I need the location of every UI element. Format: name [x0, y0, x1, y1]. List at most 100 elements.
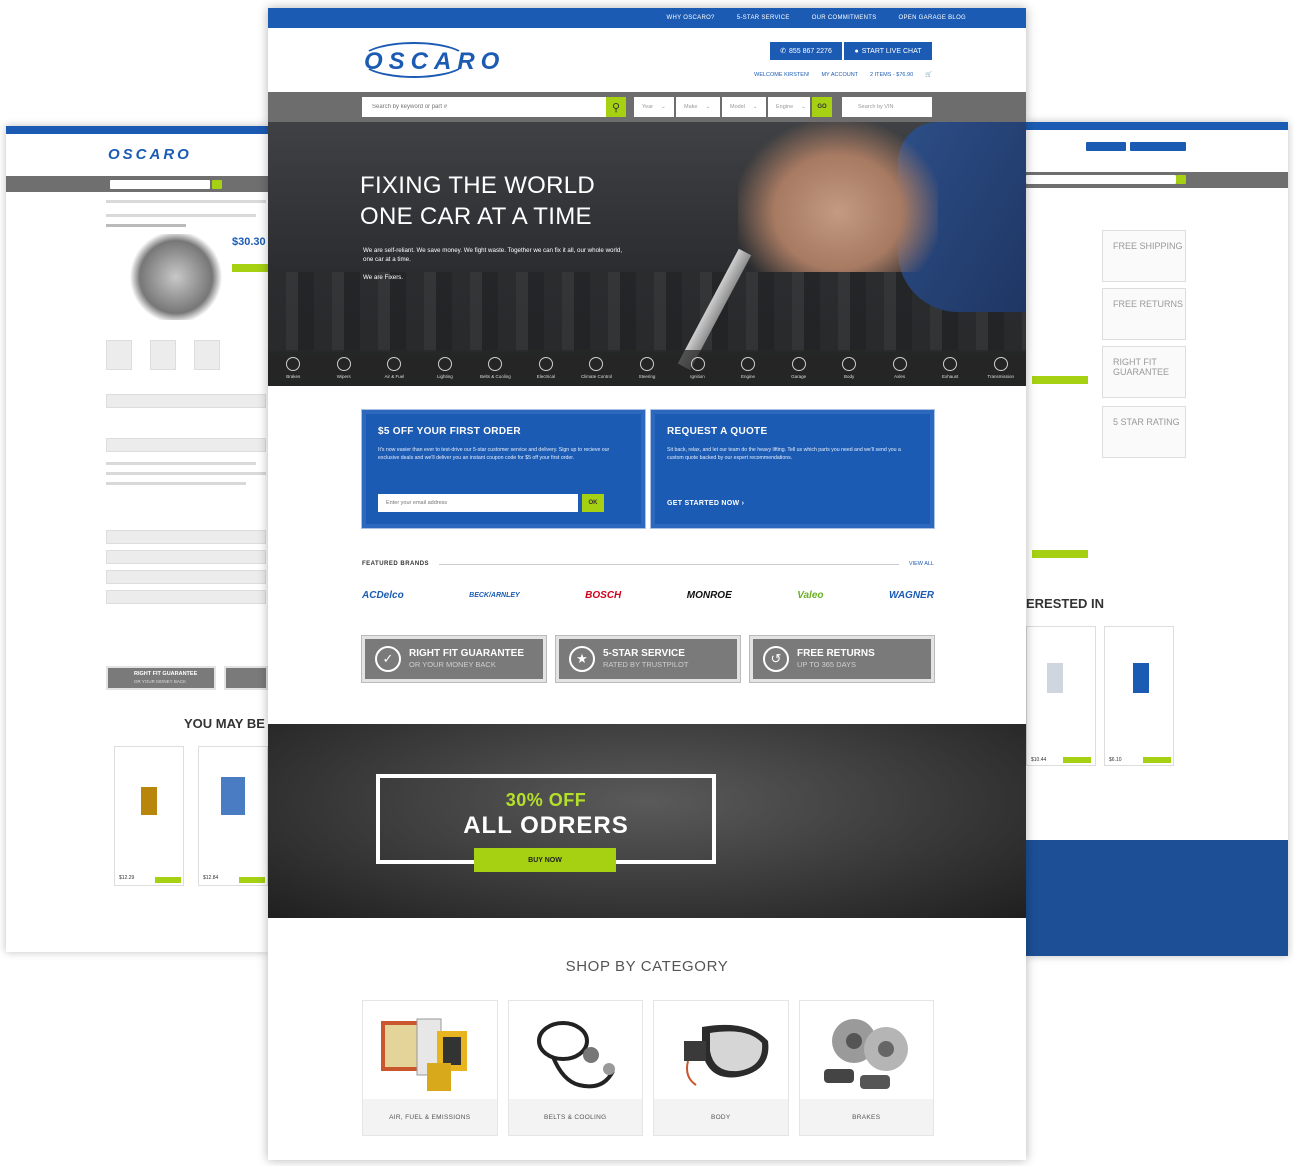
- product-card[interactable]: $10.44: [1026, 626, 1096, 766]
- accordion-about[interactable]: [106, 550, 266, 564]
- brand-beck-arnley[interactable]: BECK/ARNLEY: [469, 592, 520, 599]
- product-card[interactable]: $6.10: [1104, 626, 1174, 766]
- util-link-blog[interactable]: OPEN GARAGE BLOG: [899, 15, 966, 21]
- category-electrical[interactable]: Electrical: [521, 350, 572, 386]
- mechanic-hand-image: [738, 122, 938, 272]
- vin-search-select[interactable]: Search by VIN: [842, 97, 932, 117]
- search-button[interactable]: [1176, 175, 1186, 184]
- util-link-commitments[interactable]: OUR COMMITMENTS: [812, 15, 877, 21]
- model-select[interactable]: Model ⌄: [722, 97, 766, 117]
- proceed-checkout-button[interactable]: [1032, 550, 1088, 558]
- category-card-air-fuel[interactable]: AIR, FUEL & EMISSIONS: [362, 1000, 498, 1136]
- phone-button[interactable]: [1086, 142, 1126, 151]
- buy-now-button[interactable]: BUY NOW: [474, 848, 616, 872]
- brand-acdelco[interactable]: ACDelco: [362, 590, 404, 601]
- product-card[interactable]: $12.29: [114, 746, 184, 886]
- add-to-cart-button[interactable]: [1143, 757, 1171, 763]
- category-transmission[interactable]: Transmission: [975, 350, 1026, 386]
- category-climate[interactable]: Climate Control: [571, 350, 622, 386]
- search-input[interactable]: [1026, 175, 1176, 184]
- guarantee-row: ✓ RIGHT FIT GUARANTEE OR YOUR MONEY BACK …: [361, 635, 935, 683]
- chat-button[interactable]: [1130, 142, 1186, 151]
- accordion-references[interactable]: [106, 590, 266, 604]
- email-field[interactable]: [378, 494, 578, 512]
- search-input[interactable]: [110, 180, 210, 189]
- welcome-text: WELCOME KIRSTEN!: [754, 72, 810, 78]
- category-lighting[interactable]: Lighting: [420, 350, 471, 386]
- phone-button[interactable]: ✆ 855 867 2276: [770, 42, 842, 60]
- cart-icon[interactable]: 🛒: [925, 72, 932, 78]
- divider: [439, 563, 899, 565]
- brand-bosch[interactable]: BOSCH: [585, 590, 621, 601]
- feature-right-fit: RIGHT FIT GUARANTEE: [1102, 346, 1186, 398]
- my-account-link[interactable]: MY ACCOUNT: [821, 72, 858, 78]
- category-card-belts-cooling[interactable]: BELTS & COOLING: [507, 1000, 643, 1136]
- category-exhaust[interactable]: Exhaust: [925, 350, 976, 386]
- category-air-fuel[interactable]: Air & Fuel: [369, 350, 420, 386]
- search-button[interactable]: [212, 180, 222, 189]
- five-star-service: ★ 5-STAR SERVICE RATED BY TRUSTPILOT: [555, 635, 741, 683]
- accordion-customers[interactable]: [106, 530, 266, 544]
- product-card[interactable]: $12.84: [198, 746, 268, 886]
- brand-wagner[interactable]: WAGNER: [889, 590, 934, 601]
- search-button[interactable]: ⚲: [606, 97, 626, 117]
- add-to-cart-button[interactable]: [239, 877, 265, 883]
- fan-icon: [488, 357, 503, 371]
- category-brakes[interactable]: Brakes: [268, 350, 319, 386]
- chevron-down-icon: ⌄: [801, 104, 806, 110]
- accordion-specs[interactable]: [106, 570, 266, 584]
- thumbnail[interactable]: [150, 340, 176, 370]
- accordion-warranty[interactable]: [106, 438, 266, 452]
- category-belts-cooling[interactable]: Belts & Cooling: [470, 350, 521, 386]
- cart-summary[interactable]: 2 ITEMS - $76.90: [870, 72, 913, 78]
- proceed-checkout-button[interactable]: [1032, 376, 1088, 384]
- category-garage[interactable]: Garage: [773, 350, 824, 386]
- make-select[interactable]: Make ⌄: [676, 97, 720, 117]
- headlight-icon: [437, 357, 452, 371]
- phone-icon: ✆: [780, 48, 787, 55]
- feature-free-shipping: FREE SHIPPING: [1102, 230, 1186, 282]
- add-to-cart-button[interactable]: [1063, 757, 1091, 763]
- steering-wheel-icon: [639, 357, 654, 371]
- filters-image: [381, 1018, 467, 1091]
- category-body[interactable]: Body: [824, 350, 875, 386]
- view-all-link[interactable]: VIEW ALL: [909, 561, 934, 567]
- year-select[interactable]: Year ⌄: [634, 97, 674, 117]
- free-returns: ↺ FREE RETURNS UP TO 365 DAYS: [749, 635, 935, 683]
- chat-bubble-icon: ●: [854, 47, 859, 55]
- email-submit-button[interactable]: OK: [582, 494, 604, 512]
- category-card-body[interactable]: BODY: [653, 1000, 789, 1136]
- search-input[interactable]: [362, 97, 606, 117]
- brand-valeo[interactable]: Valeo: [797, 590, 823, 601]
- category-wipers[interactable]: Wipers: [319, 350, 370, 386]
- category-ignition[interactable]: Ignition: [672, 350, 723, 386]
- engine-icon: [741, 357, 756, 371]
- category-engine[interactable]: Engine: [723, 350, 774, 386]
- brand-monroe[interactable]: MONROE: [687, 590, 732, 601]
- return-arrow-icon: ↺: [763, 646, 789, 672]
- category-card-brakes[interactable]: BRAKES: [798, 1000, 934, 1136]
- brake-disc-icon: [286, 357, 301, 371]
- category-axles[interactable]: Axles: [874, 350, 925, 386]
- first-order-promo: $5 OFF YOUR FIRST ORDER It's now easier …: [361, 409, 646, 529]
- util-link-why[interactable]: WHY OSCARO?: [666, 15, 714, 21]
- thumbnail[interactable]: [106, 340, 132, 370]
- category-steering[interactable]: Steering: [622, 350, 673, 386]
- get-started-link[interactable]: GET STARTED NOW ›: [667, 500, 744, 507]
- wrench-icon: [791, 357, 806, 371]
- util-link-service[interactable]: 5-STAR SERVICE: [737, 15, 790, 21]
- hero-banner: FIXING THE WORLD ONE CAR AT A TIME We ar…: [268, 122, 1026, 386]
- live-chat-button[interactable]: ● START LIVE CHAT: [844, 42, 932, 60]
- accordion-highlights[interactable]: [106, 394, 266, 408]
- promo-title: $5 OFF YOUR FIRST ORDER: [378, 426, 521, 437]
- alternator-image: [126, 234, 226, 320]
- homepage: WHY OSCARO? 5-STAR SERVICE OUR COMMITMEN…: [268, 8, 1026, 1160]
- add-to-cart-button[interactable]: [155, 877, 181, 883]
- engine-select[interactable]: Engine ⌄: [768, 97, 810, 117]
- vehicle-go-button[interactable]: GO: [812, 97, 832, 117]
- cart-page-preview: FREE SHIPPING FREE RETURNS RIGHT FIT GUA…: [1026, 122, 1288, 956]
- add-to-cart-button[interactable]: [232, 264, 268, 272]
- promo-title: REQUEST A QUOTE: [667, 426, 768, 437]
- thumbnail[interactable]: [194, 340, 220, 370]
- oscaro-logo[interactable]: OSCARO: [360, 42, 499, 78]
